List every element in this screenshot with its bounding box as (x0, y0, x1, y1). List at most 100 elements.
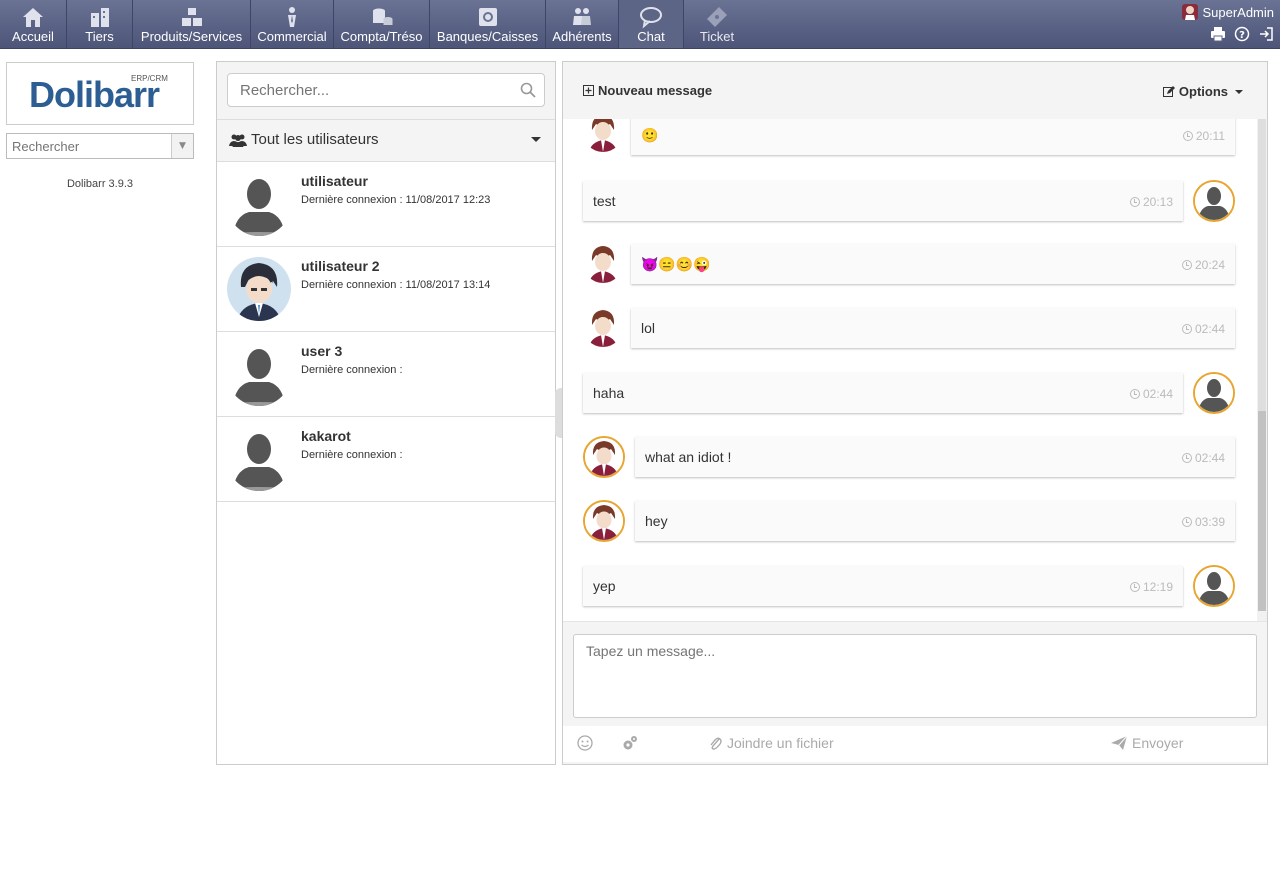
ticket-icon (707, 7, 727, 27)
nav-label: Produits/Services (140, 29, 243, 44)
users-group-icon (229, 134, 247, 147)
avatar (583, 119, 623, 152)
scrollbar-thumb[interactable] (1258, 411, 1266, 611)
sidebar-search-input[interactable] (7, 134, 171, 158)
message-bubble: haha 02:44 (583, 373, 1183, 413)
chevron-down-icon[interactable]: ▼ (171, 134, 193, 158)
nav-ticket[interactable]: Ticket (684, 0, 750, 48)
user-name: utilisateur 2 (301, 258, 380, 274)
anime-avatar-icon (583, 119, 623, 152)
help-icon[interactable]: ? (1234, 26, 1250, 42)
logout-icon[interactable] (1258, 26, 1274, 42)
edit-icon (1162, 85, 1175, 97)
nav-banques[interactable]: Banques/Caisses (430, 0, 546, 48)
message-time-text: 02:44 (1142, 387, 1173, 401)
message-bubble: hey 03:39 (635, 501, 1235, 541)
composer-actions: Joindre un fichier Envoyer (563, 726, 1267, 762)
users-panel: Tout les utilisateurs utilisateur Derniè… (216, 61, 556, 765)
search-icon[interactable] (520, 82, 536, 98)
chat-icon (640, 7, 662, 29)
message-text: what an idiot ! (645, 449, 732, 465)
message-input-wrap[interactable] (573, 634, 1257, 718)
message-time-text: 02:44 (1194, 322, 1225, 336)
user-list-item[interactable]: utilisateur Dernière connexion : 11/08/2… (217, 162, 555, 247)
message-scrollbar[interactable] (1257, 119, 1267, 621)
message-list[interactable]: 🙂 20:11 test 20:13 😈😑😊😜 20:24 lol 02:44 (563, 119, 1267, 621)
user-name: kakarot (301, 428, 351, 444)
anime-avatar-icon (585, 438, 623, 476)
clock-icon (1129, 582, 1140, 592)
message-time-text: 12:19 (1142, 580, 1173, 594)
nav-label: Ticket (699, 29, 735, 44)
message-time: 03:39 (1181, 515, 1225, 529)
message-time: 20:13 (1129, 195, 1173, 209)
options-dropdown[interactable]: Options (1162, 84, 1243, 99)
bank-icon (478, 8, 497, 26)
users-filter-dropdown[interactable]: Tout les utilisateurs (217, 120, 555, 162)
send-label: Envoyer (1132, 735, 1184, 751)
nav-produits[interactable]: Produits/Services (133, 0, 251, 48)
user-list-item[interactable]: kakarot Dernière connexion : (217, 417, 555, 502)
top-navbar: Accueil Tiers Produits/Services Commerci… (0, 0, 1280, 49)
clock-icon (1181, 260, 1192, 270)
message-time-text: 20:13 (1142, 195, 1173, 209)
user-list-item[interactable]: utilisateur 2 Dernière connexion : 11/08… (217, 247, 555, 332)
nav-tiers[interactable]: Tiers (67, 0, 133, 48)
avatar (227, 257, 291, 321)
commercial-icon (288, 7, 296, 27)
logo[interactable]: ERP/CRM Dolibarr (6, 62, 194, 125)
user-silhouette-icon (1195, 567, 1233, 605)
user-silhouette-icon (227, 342, 291, 406)
scrollbar-track (1258, 119, 1266, 411)
emoji-icon[interactable] (577, 735, 593, 751)
message-text: yep (593, 578, 616, 594)
sidebar-search[interactable]: ▼ (6, 133, 194, 159)
anime-avatar-icon (583, 243, 623, 283)
clock-icon (1181, 517, 1192, 527)
nav-commercial[interactable]: Commercial (251, 0, 334, 48)
message-text: haha (593, 385, 625, 401)
message-text: 🙂 (641, 127, 659, 143)
nav-chat[interactable]: Chat (619, 0, 684, 48)
user-silhouette-icon (227, 427, 291, 491)
message-input[interactable] (574, 635, 1256, 717)
nav-label: Tiers (85, 29, 114, 44)
nav-label: Commercial (257, 29, 327, 44)
message-time: 02:44 (1129, 387, 1173, 401)
avatar (1193, 565, 1235, 607)
user-silhouette-icon (227, 172, 291, 236)
nav-accueil[interactable]: Accueil (0, 0, 67, 48)
print-icon[interactable] (1210, 26, 1226, 42)
user-last-login: Dernière connexion : 11/08/2017 13:14 (301, 279, 491, 291)
nav-compta[interactable]: Compta/Tréso (334, 0, 430, 48)
products-icon (181, 8, 202, 26)
users-search-input[interactable] (228, 74, 508, 106)
avatar (227, 172, 291, 236)
user-area: SuperAdmin ? (1182, 4, 1274, 42)
nav-adherents[interactable]: Adhérents (546, 0, 619, 48)
clock-icon (1181, 453, 1192, 463)
users-search[interactable] (227, 73, 545, 107)
avatar (583, 436, 625, 478)
anime-avatar-icon (585, 502, 623, 540)
avatar (227, 427, 291, 491)
message-bubble: 😈😑😊😜 20:24 (631, 244, 1235, 284)
send-button[interactable]: Envoyer (1111, 735, 1183, 751)
attach-file-button[interactable]: Joindre un fichier (709, 735, 834, 751)
new-message-button[interactable]: Nouveau message (583, 83, 712, 98)
companies-icon (90, 8, 109, 27)
message-bubble: test 20:13 (583, 181, 1183, 221)
chat-panel: Nouveau message Options 🙂 20:11 test 20:… (562, 61, 1268, 765)
user-avatar-icon (1182, 4, 1199, 20)
members-icon (573, 8, 591, 25)
accounting-icon (372, 8, 392, 25)
clock-icon (1129, 197, 1140, 207)
message-text: test (593, 193, 616, 209)
plus-square-icon (583, 85, 594, 96)
user-list-item[interactable]: user 3 Dernière connexion : (217, 332, 555, 417)
home-icon (23, 8, 43, 27)
clock-icon (1182, 131, 1193, 141)
message-time: 02:44 (1181, 322, 1225, 336)
settings-icon[interactable] (622, 735, 638, 751)
user-menu[interactable]: SuperAdmin (1182, 4, 1274, 20)
